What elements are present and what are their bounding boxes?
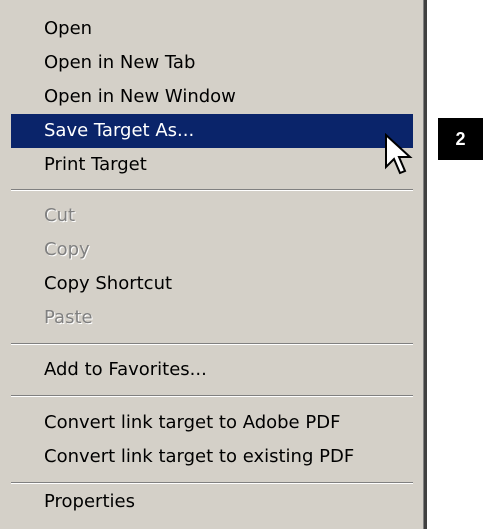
menu-item-cut: Cut — [44, 205, 76, 226]
menu-item-print-target[interactable]: Print Target — [11, 148, 413, 182]
context-menu-body: Open Open in New Tab Open in New Window … — [0, 0, 424, 529]
menu-item-open-in-new-window[interactable]: Open in New Window — [11, 80, 413, 114]
menu-separator — [11, 482, 413, 484]
menu-item-open[interactable]: Open — [11, 12, 413, 46]
step-number-badge: 2 — [438, 118, 483, 160]
menu-item-copy: Copy — [44, 239, 90, 260]
menu-item-open-in-new-tab[interactable]: Open in New Tab — [11, 46, 413, 80]
menu-separator — [11, 343, 413, 345]
menu-item-convert-to-adobe-pdf[interactable]: Convert link target to Adobe PDF — [11, 406, 413, 440]
menu-item-properties[interactable]: Properties — [11, 485, 413, 519]
menu-item-save-target-as[interactable]: Save Target As... — [11, 114, 413, 148]
menu-separator — [11, 395, 413, 397]
menu-item-convert-to-existing-pdf[interactable]: Convert link target to existing PDF — [11, 440, 413, 474]
arrow-cursor-icon — [385, 133, 413, 175]
context-menu: Open Open in New Tab Open in New Window … — [0, 0, 427, 529]
menu-separator — [11, 189, 413, 191]
menu-item-add-to-favorites[interactable]: Add to Favorites... — [11, 353, 413, 387]
menu-item-paste: Paste — [44, 307, 93, 328]
menu-item-copy-shortcut[interactable]: Copy Shortcut — [11, 267, 413, 301]
